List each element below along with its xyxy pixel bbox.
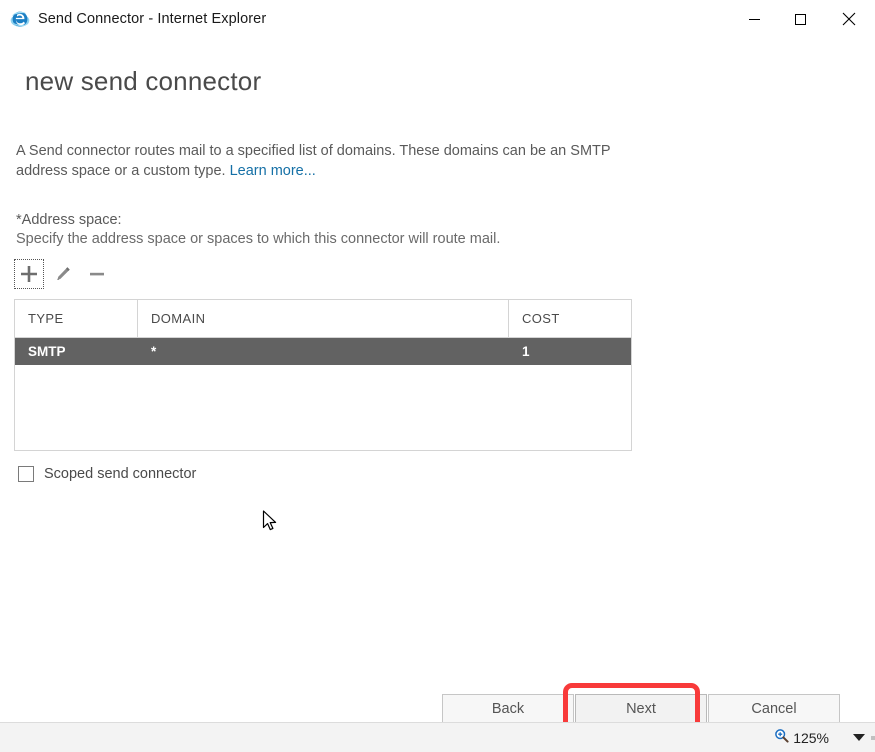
cell-type: SMTP — [28, 344, 66, 359]
window-title: Send Connector - Internet Explorer — [38, 11, 267, 27]
close-button[interactable] — [823, 0, 875, 38]
address-space-label: *Address space: — [16, 212, 122, 228]
address-space-hint: Specify the address space or spaces to w… — [16, 231, 501, 247]
magnifier-zoom-icon — [774, 728, 789, 748]
scoped-send-connector-checkbox[interactable] — [18, 466, 34, 482]
maximize-icon — [794, 13, 806, 25]
add-address-space-button[interactable] — [14, 259, 44, 289]
wizard-button-bar: Back Next Cancel — [442, 694, 840, 724]
minimize-icon — [748, 18, 760, 20]
zoom-level-label: 125% — [793, 729, 829, 746]
next-button[interactable]: Next — [575, 694, 707, 724]
zoom-widget[interactable]: 125% — [774, 728, 829, 748]
status-bar: 125% — [0, 722, 875, 752]
maximize-button[interactable] — [777, 0, 823, 38]
address-space-grid[interactable]: TYPE DOMAIN COST SMTP * 1 — [14, 299, 632, 451]
window-controls — [731, 0, 875, 38]
minus-icon — [87, 264, 107, 284]
cell-domain: * — [151, 344, 157, 359]
page-title: new send connector — [25, 66, 262, 96]
column-header-type[interactable]: TYPE — [15, 300, 138, 337]
chevron-down-icon[interactable] — [853, 734, 865, 741]
cell-cost: 1 — [522, 344, 530, 359]
back-button[interactable]: Back — [442, 694, 574, 724]
cancel-button[interactable]: Cancel — [708, 694, 840, 724]
scoped-send-connector-row: Scoped send connector — [18, 466, 196, 482]
address-space-toolbar — [14, 258, 116, 290]
learn-more-link[interactable]: Learn more... — [230, 163, 316, 179]
grid-body: SMTP * 1 — [15, 338, 631, 365]
column-header-domain[interactable]: DOMAIN — [138, 300, 509, 337]
table-row[interactable]: SMTP * 1 — [15, 338, 631, 365]
wizard-page: new send connector A Send connector rout… — [0, 38, 875, 736]
plus-icon — [19, 264, 39, 284]
edit-address-space-button[interactable] — [48, 259, 78, 289]
page-description: A Send connector routes mail to a specif… — [16, 141, 634, 181]
internet-explorer-icon — [10, 9, 30, 29]
title-bar-left: Send Connector - Internet Explorer — [0, 9, 266, 29]
mouse-cursor — [262, 510, 280, 534]
window-title-bar: Send Connector - Internet Explorer — [0, 0, 875, 38]
grid-header-row: TYPE DOMAIN COST — [15, 300, 631, 338]
close-icon — [842, 12, 856, 26]
minimize-button[interactable] — [731, 0, 777, 38]
pencil-icon — [53, 264, 73, 284]
resize-grip[interactable] — [871, 735, 875, 740]
remove-address-space-button[interactable] — [82, 259, 112, 289]
column-header-cost[interactable]: COST — [509, 300, 631, 337]
scoped-send-connector-label[interactable]: Scoped send connector — [44, 466, 196, 482]
